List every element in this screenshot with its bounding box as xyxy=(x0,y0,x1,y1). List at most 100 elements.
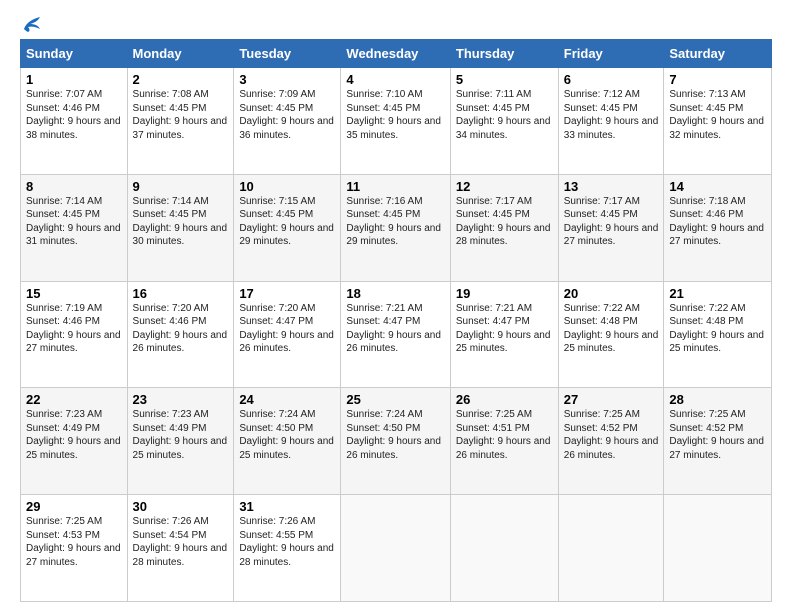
day-info: Sunrise: 7:14 AMSunset: 4:45 PMDaylight:… xyxy=(133,196,228,248)
day-info: Sunrise: 7:08 AMSunset: 4:45 PMDaylight:… xyxy=(133,89,228,141)
day-number: 18 xyxy=(346,286,444,301)
calendar-cell: 27 Sunrise: 7:25 AMSunset: 4:52 PMDaylig… xyxy=(558,388,664,495)
day-info: Sunrise: 7:16 AMSunset: 4:45 PMDaylight:… xyxy=(346,196,441,248)
day-number: 19 xyxy=(456,286,553,301)
day-number: 12 xyxy=(456,179,553,194)
calendar-cell: 20 Sunrise: 7:22 AMSunset: 4:48 PMDaylig… xyxy=(558,281,664,388)
day-number: 30 xyxy=(133,499,229,514)
page: SundayMondayTuesdayWednesdayThursdayFrid… xyxy=(0,0,792,612)
day-info: Sunrise: 7:23 AMSunset: 4:49 PMDaylight:… xyxy=(133,409,228,461)
weekday-header-monday: Monday xyxy=(127,40,234,68)
day-number: 20 xyxy=(564,286,659,301)
calendar-cell: 28 Sunrise: 7:25 AMSunset: 4:52 PMDaylig… xyxy=(664,388,772,495)
calendar-cell: 22 Sunrise: 7:23 AMSunset: 4:49 PMDaylig… xyxy=(21,388,128,495)
day-info: Sunrise: 7:25 AMSunset: 4:52 PMDaylight:… xyxy=(669,409,764,461)
calendar-cell xyxy=(450,495,558,602)
day-info: Sunrise: 7:20 AMSunset: 4:46 PMDaylight:… xyxy=(133,303,228,355)
calendar-cell: 25 Sunrise: 7:24 AMSunset: 4:50 PMDaylig… xyxy=(341,388,450,495)
weekday-header-saturday: Saturday xyxy=(664,40,772,68)
week-row-2: 8 Sunrise: 7:14 AMSunset: 4:45 PMDayligh… xyxy=(21,174,772,281)
day-info: Sunrise: 7:22 AMSunset: 4:48 PMDaylight:… xyxy=(564,303,659,355)
calendar-cell: 29 Sunrise: 7:25 AMSunset: 4:53 PMDaylig… xyxy=(21,495,128,602)
logo-text xyxy=(20,15,42,33)
calendar-cell: 1 Sunrise: 7:07 AMSunset: 4:46 PMDayligh… xyxy=(21,68,128,175)
calendar-cell: 13 Sunrise: 7:17 AMSunset: 4:45 PMDaylig… xyxy=(558,174,664,281)
week-row-1: 1 Sunrise: 7:07 AMSunset: 4:46 PMDayligh… xyxy=(21,68,772,175)
day-number: 31 xyxy=(239,499,335,514)
calendar-cell: 24 Sunrise: 7:24 AMSunset: 4:50 PMDaylig… xyxy=(234,388,341,495)
calendar-cell: 31 Sunrise: 7:26 AMSunset: 4:55 PMDaylig… xyxy=(234,495,341,602)
weekday-header-row: SundayMondayTuesdayWednesdayThursdayFrid… xyxy=(21,40,772,68)
day-info: Sunrise: 7:20 AMSunset: 4:47 PMDaylight:… xyxy=(239,303,334,355)
calendar-cell xyxy=(558,495,664,602)
day-info: Sunrise: 7:09 AMSunset: 4:45 PMDaylight:… xyxy=(239,89,334,141)
weekday-header-thursday: Thursday xyxy=(450,40,558,68)
day-info: Sunrise: 7:25 AMSunset: 4:52 PMDaylight:… xyxy=(564,409,659,461)
day-number: 1 xyxy=(26,72,122,87)
calendar-cell: 9 Sunrise: 7:14 AMSunset: 4:45 PMDayligh… xyxy=(127,174,234,281)
calendar-cell: 18 Sunrise: 7:21 AMSunset: 4:47 PMDaylig… xyxy=(341,281,450,388)
calendar-cell xyxy=(341,495,450,602)
day-info: Sunrise: 7:24 AMSunset: 4:50 PMDaylight:… xyxy=(346,409,441,461)
calendar-cell: 30 Sunrise: 7:26 AMSunset: 4:54 PMDaylig… xyxy=(127,495,234,602)
day-number: 22 xyxy=(26,392,122,407)
day-info: Sunrise: 7:26 AMSunset: 4:55 PMDaylight:… xyxy=(239,516,334,568)
day-number: 16 xyxy=(133,286,229,301)
calendar-table: SundayMondayTuesdayWednesdayThursdayFrid… xyxy=(20,39,772,602)
calendar-cell: 2 Sunrise: 7:08 AMSunset: 4:45 PMDayligh… xyxy=(127,68,234,175)
day-number: 3 xyxy=(239,72,335,87)
weekday-header-tuesday: Tuesday xyxy=(234,40,341,68)
day-number: 6 xyxy=(564,72,659,87)
calendar-cell: 16 Sunrise: 7:20 AMSunset: 4:46 PMDaylig… xyxy=(127,281,234,388)
day-number: 28 xyxy=(669,392,766,407)
day-info: Sunrise: 7:13 AMSunset: 4:45 PMDaylight:… xyxy=(669,89,764,141)
day-number: 2 xyxy=(133,72,229,87)
day-number: 8 xyxy=(26,179,122,194)
day-info: Sunrise: 7:18 AMSunset: 4:46 PMDaylight:… xyxy=(669,196,764,248)
day-number: 5 xyxy=(456,72,553,87)
day-info: Sunrise: 7:14 AMSunset: 4:45 PMDaylight:… xyxy=(26,196,121,248)
day-info: Sunrise: 7:23 AMSunset: 4:49 PMDaylight:… xyxy=(26,409,121,461)
calendar-cell: 11 Sunrise: 7:16 AMSunset: 4:45 PMDaylig… xyxy=(341,174,450,281)
day-info: Sunrise: 7:15 AMSunset: 4:45 PMDaylight:… xyxy=(239,196,334,248)
day-number: 21 xyxy=(669,286,766,301)
day-info: Sunrise: 7:21 AMSunset: 4:47 PMDaylight:… xyxy=(456,303,551,355)
weekday-header-sunday: Sunday xyxy=(21,40,128,68)
calendar-cell: 26 Sunrise: 7:25 AMSunset: 4:51 PMDaylig… xyxy=(450,388,558,495)
day-number: 9 xyxy=(133,179,229,194)
day-number: 13 xyxy=(564,179,659,194)
day-info: Sunrise: 7:25 AMSunset: 4:51 PMDaylight:… xyxy=(456,409,551,461)
day-number: 23 xyxy=(133,392,229,407)
weekday-header-friday: Friday xyxy=(558,40,664,68)
week-row-5: 29 Sunrise: 7:25 AMSunset: 4:53 PMDaylig… xyxy=(21,495,772,602)
calendar-cell xyxy=(664,495,772,602)
day-info: Sunrise: 7:11 AMSunset: 4:45 PMDaylight:… xyxy=(456,89,551,141)
day-number: 29 xyxy=(26,499,122,514)
day-info: Sunrise: 7:22 AMSunset: 4:48 PMDaylight:… xyxy=(669,303,764,355)
logo xyxy=(20,15,42,29)
day-info: Sunrise: 7:17 AMSunset: 4:45 PMDaylight:… xyxy=(564,196,659,248)
week-row-3: 15 Sunrise: 7:19 AMSunset: 4:46 PMDaylig… xyxy=(21,281,772,388)
day-number: 26 xyxy=(456,392,553,407)
week-row-4: 22 Sunrise: 7:23 AMSunset: 4:49 PMDaylig… xyxy=(21,388,772,495)
day-number: 11 xyxy=(346,179,444,194)
calendar-cell: 5 Sunrise: 7:11 AMSunset: 4:45 PMDayligh… xyxy=(450,68,558,175)
day-info: Sunrise: 7:21 AMSunset: 4:47 PMDaylight:… xyxy=(346,303,441,355)
day-number: 27 xyxy=(564,392,659,407)
calendar-cell: 12 Sunrise: 7:17 AMSunset: 4:45 PMDaylig… xyxy=(450,174,558,281)
calendar-cell: 21 Sunrise: 7:22 AMSunset: 4:48 PMDaylig… xyxy=(664,281,772,388)
day-info: Sunrise: 7:10 AMSunset: 4:45 PMDaylight:… xyxy=(346,89,441,141)
day-info: Sunrise: 7:07 AMSunset: 4:46 PMDaylight:… xyxy=(26,89,121,141)
day-number: 7 xyxy=(669,72,766,87)
logo-bird-icon xyxy=(22,15,42,33)
day-number: 17 xyxy=(239,286,335,301)
day-info: Sunrise: 7:17 AMSunset: 4:45 PMDaylight:… xyxy=(456,196,551,248)
day-number: 24 xyxy=(239,392,335,407)
calendar-cell: 14 Sunrise: 7:18 AMSunset: 4:46 PMDaylig… xyxy=(664,174,772,281)
calendar-cell: 8 Sunrise: 7:14 AMSunset: 4:45 PMDayligh… xyxy=(21,174,128,281)
day-info: Sunrise: 7:19 AMSunset: 4:46 PMDaylight:… xyxy=(26,303,121,355)
day-info: Sunrise: 7:24 AMSunset: 4:50 PMDaylight:… xyxy=(239,409,334,461)
day-number: 4 xyxy=(346,72,444,87)
day-number: 15 xyxy=(26,286,122,301)
calendar-cell: 10 Sunrise: 7:15 AMSunset: 4:45 PMDaylig… xyxy=(234,174,341,281)
